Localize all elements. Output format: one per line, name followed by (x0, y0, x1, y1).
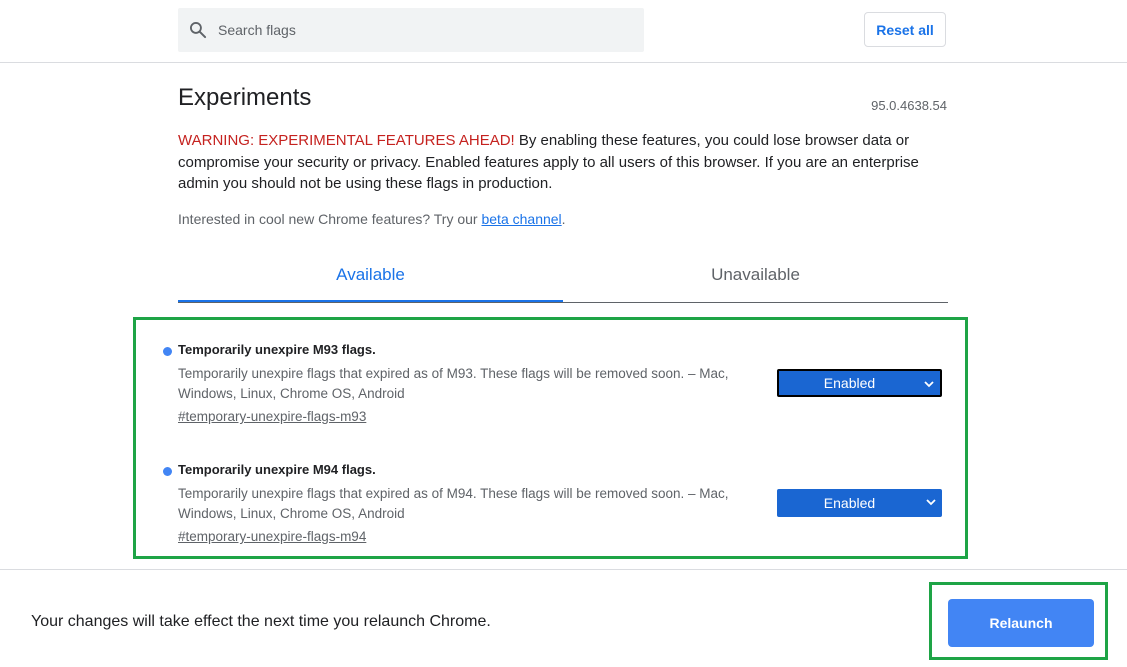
beta-note-suffix: . (561, 211, 566, 227)
beta-note-text: Interested in cool new Chrome features? … (178, 211, 482, 227)
flag-title: Temporarily unexpire M94 flags. (178, 462, 376, 477)
tab-unavailable[interactable]: Unavailable (563, 250, 948, 300)
beta-channel-link[interactable]: beta channel (481, 211, 561, 227)
search-box[interactable] (178, 8, 644, 52)
warning-message: WARNING: EXPERIMENTAL FEATURES AHEAD! By… (178, 130, 948, 195)
flag-permalink[interactable]: #temporary-unexpire-flags-m94 (178, 529, 366, 544)
reset-all-button[interactable]: Reset all (864, 12, 946, 47)
tab-available[interactable]: Available (178, 250, 563, 302)
flag-description: Temporarily unexpire flags that expired … (178, 486, 729, 521)
header-bar: Reset all (0, 0, 1127, 63)
tab-bar: Available Unavailable (178, 250, 948, 303)
flag-title: Temporarily unexpire M93 flags. (178, 342, 376, 357)
page-title: Experiments (178, 84, 312, 111)
flag-state-select[interactable]: Enabled (777, 489, 942, 517)
version-label: 95.0.4638.54 (871, 98, 947, 113)
flag-permalink[interactable]: #temporary-unexpire-flags-m93 (178, 409, 366, 424)
flag-state-value: Enabled (823, 375, 876, 391)
chevron-down-icon (924, 381, 934, 388)
flag-state-select[interactable]: Enabled (777, 369, 942, 397)
search-input[interactable] (218, 8, 618, 52)
relaunch-button[interactable]: Relaunch (948, 599, 1094, 647)
warning-prefix: WARNING: EXPERIMENTAL FEATURES AHEAD! (178, 132, 515, 149)
search-icon (190, 22, 207, 39)
flag-description: Temporarily unexpire flags that expired … (178, 366, 729, 401)
modified-indicator-dot (163, 347, 172, 356)
flag-state-value: Enabled (823, 495, 876, 511)
modified-indicator-dot (163, 467, 172, 476)
beta-channel-note: Interested in cool new Chrome features? … (178, 211, 566, 227)
chevron-down-icon (926, 499, 936, 506)
relaunch-message: Your changes will take effect the next t… (31, 613, 491, 630)
